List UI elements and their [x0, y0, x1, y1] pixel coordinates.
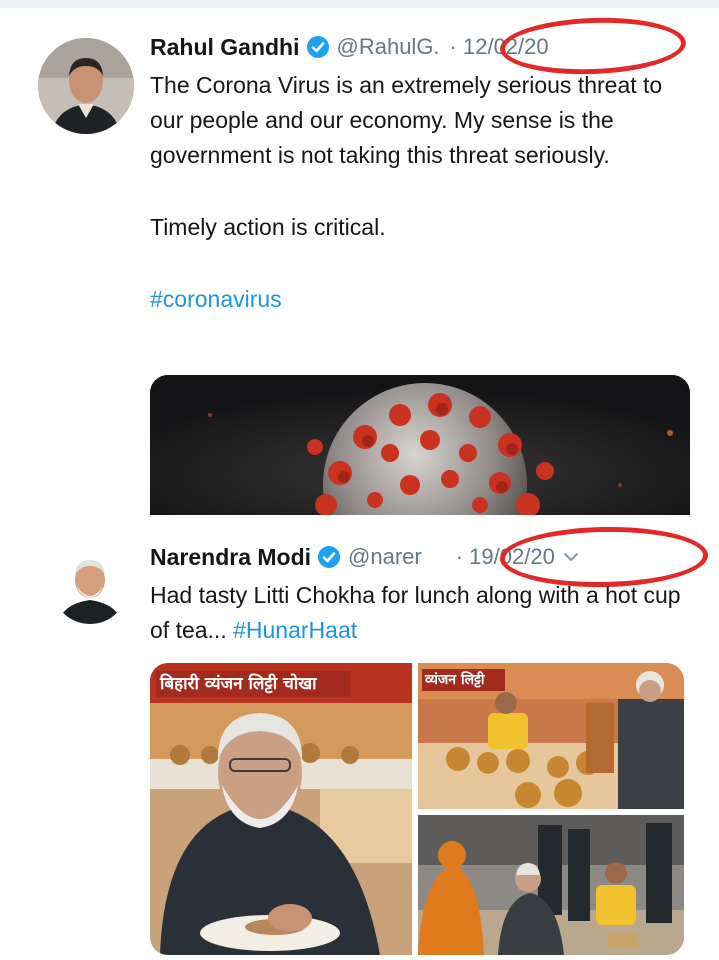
tweet-media-image[interactable]: बिहारी व्यंजन लिट्टी चोखा [150, 663, 412, 955]
author-name[interactable]: Rahul Gandhi [150, 34, 300, 61]
tweet-media-image[interactable]: व्यंजन लिट्टी [418, 663, 684, 809]
tweet-paragraph: Had tasty Litti Chokha for lunch along w… [150, 582, 681, 643]
avatar[interactable] [38, 38, 134, 134]
avatar[interactable] [52, 548, 128, 624]
author-name[interactable]: Narendra Modi [150, 544, 311, 571]
tweet-paragraph: Timely action is critical. [150, 214, 386, 240]
tweet-media-grid: बिहारी व्यंजन लिट्टी चोखा व्यंजन लिट्टी [150, 663, 684, 955]
hashtag-link[interactable]: #HunarHaat [233, 617, 357, 643]
tweet-header: Narendra Modi @narer · 19/02/20 [150, 538, 581, 576]
chevron-down-icon[interactable] [561, 547, 581, 567]
author-handle[interactable]: @RahulG. [337, 34, 440, 60]
stall-sign: बिहारी व्यंजन लिट्टी चोखा [156, 671, 350, 697]
verified-badge-icon [318, 546, 341, 568]
tweet-paragraph: The Corona Virus is an extremely serious… [150, 72, 663, 168]
hashtag-link[interactable]: #coronavirus [150, 286, 282, 312]
tweet-text: Had tasty Litti Chokha for lunch along w… [150, 578, 700, 648]
tweet-date[interactable]: · 19/02/20 [456, 544, 555, 570]
tweet-text: The Corona Virus is an extremely serious… [150, 68, 700, 317]
tweet-date[interactable]: · 12/02/20 [450, 34, 549, 60]
verified-badge-icon [306, 36, 329, 58]
tweet-header: Rahul Gandhi @RahulG. · 12/02/20 [150, 28, 549, 66]
tweet-media-image[interactable] [418, 815, 684, 955]
tweet-media-image[interactable] [150, 375, 690, 515]
stall-sign: व्यंजन लिट्टी [422, 669, 505, 691]
author-handle[interactable]: @narer [348, 544, 422, 570]
top-divider [0, 0, 719, 8]
